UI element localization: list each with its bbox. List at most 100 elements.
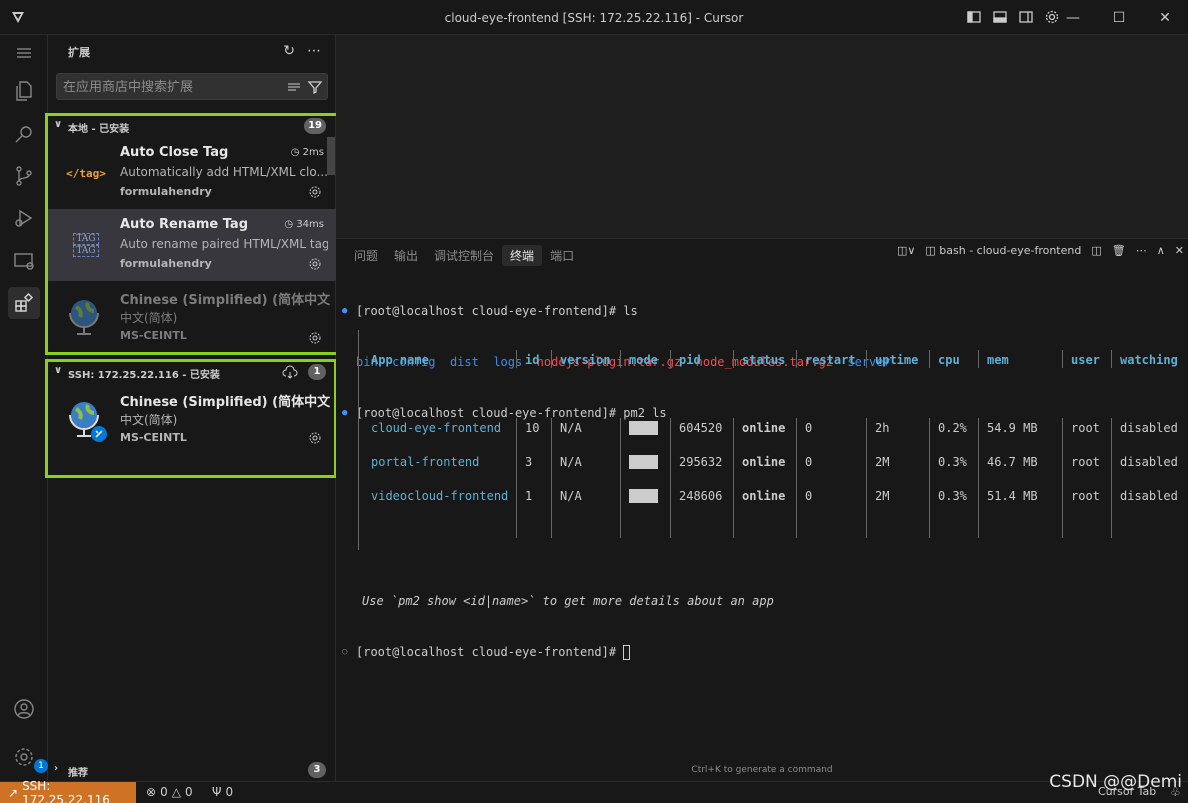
count-badge: 19 [304,118,326,134]
close-panel-icon[interactable]: ✕ [1175,244,1184,257]
remote-indicator[interactable]: ↗ SSH: 172.25.22.116 [0,779,136,803]
toggle-secondary-sidebar-icon[interactable] [1018,9,1034,25]
accounts-button[interactable] [8,693,40,725]
maximize-panel-icon[interactable]: ∧ [1157,244,1165,257]
table-cell: online [742,421,786,435]
table-cell: disabled [1120,421,1178,435]
table-header: App name [371,353,429,367]
table-cell: 2M [875,489,890,503]
extension-description: Automatically add HTML/XML clo... [120,165,328,179]
maximize-button[interactable]: ☐ [1096,0,1142,35]
more-actions-icon[interactable]: ⋯ [1136,244,1147,257]
terminal-instance[interactable]: ◫ bash - cloud-eye-frontend [925,244,1081,257]
globe-icon [69,402,107,442]
table-header: pid [679,353,701,367]
table-cell: online [742,455,786,469]
extension-search-box [56,73,328,100]
minimize-button[interactable]: — [1050,0,1096,35]
close-window-button[interactable]: ✕ [1142,0,1188,35]
watermark: CSDN @@Demi [1049,772,1182,792]
section-ssh-installed[interactable]: ∨ SSH: 172.25.22.116 - 已安装 1 [48,361,336,383]
table-header: restart [805,353,856,367]
ports-indicator[interactable]: Ψ0 [212,785,233,799]
clear-filter-icon[interactable] [287,80,301,94]
extensions-sidebar: 扩展 ↻ ⋯ ∨ 本地 - 已安装 19 </tag> Auto Close T… [48,35,336,781]
terminal-cursor [623,645,631,660]
extensions-button[interactable] [8,287,40,319]
extensions-icon [15,292,34,312]
table-cell: root [1071,489,1100,503]
extension-search-input[interactable] [63,78,273,96]
warning-icon: △ [171,785,181,799]
trash-icon[interactable]: 🗑 [1112,244,1126,257]
chevron-down-icon: ∨ [54,365,63,376]
table-cell: 0 [805,421,813,435]
extension-publisher: formulahendry [120,257,212,270]
command-decoration-icon: ● [342,408,348,418]
chevron-down-icon: ∨ [54,119,63,130]
table-header: user [1071,353,1100,367]
globe-icon [69,300,99,335]
panel-tabs: 问题 输出 调试控制台 终端 端口 [346,245,582,266]
section-local-installed[interactable]: ∨ 本地 - 已安装 19 [48,115,336,137]
table-cell: N/A [560,455,582,469]
more-actions-icon[interactable]: ⋯ [307,43,321,59]
extension-item-auto-rename-tag[interactable]: TAG TAG Auto Rename Tag Auto rename paire… [48,209,336,281]
menu-button[interactable] [8,37,40,69]
count-badge: 3 [308,762,326,778]
pm2-hint: Use `pm2 show <id|name>` to get more det… [362,594,774,608]
prompt-decoration-icon: ○ [342,647,348,657]
table-cell: disabled [1120,455,1178,469]
extension-item-chinese-local[interactable]: Chinese (Simplified) (简体中文) ... 中文(简体) M… [48,281,336,353]
table-cell: fork [629,421,658,435]
terminal-panel: 问题 输出 调试控制台 终端 端口 ◫∨ ◫ bash - cloud-eye-… [336,238,1188,781]
table-cell: root [1071,455,1100,469]
table-cell: 0.3% [938,489,967,503]
filter-icon[interactable] [307,79,323,95]
tab-output[interactable]: 输出 [386,245,426,266]
cloud-download-icon[interactable] [282,364,298,380]
sidebar-scrollbar[interactable] [327,137,335,175]
search-button[interactable] [8,118,40,150]
table-cell: 54.9 MB [987,421,1038,435]
toggle-primary-sidebar-icon[interactable] [966,9,982,25]
count-badge: 1 [308,364,326,380]
sidebar-title: 扩展 [68,46,90,59]
manage-extension-gear-icon[interactable] [308,257,322,271]
source-control-button[interactable] [8,160,40,192]
table-cell: 0 [805,489,813,503]
run-debug-icon [15,209,33,227]
history-icon: ◷ [290,147,303,158]
manage-extension-gear-icon[interactable] [308,185,322,199]
table-cell: fork [629,455,658,469]
terminal-output-tail[interactable]: Use `pm2 show <id|name>` to get more det… [342,559,774,695]
refresh-icon[interactable]: ↻ [283,43,295,59]
tab-debug-console[interactable]: 调试控制台 [426,245,502,266]
toggle-panel-icon[interactable] [992,9,1008,25]
explorer-button[interactable] [8,75,40,107]
section-recommended[interactable]: › 推荐 3 [48,759,336,781]
remote-explorer-button[interactable] [8,245,40,277]
extension-name: Chinese (Simplified) (简体中文) ... [120,395,330,410]
split-terminal-dropdown-icon[interactable]: ◫∨ [897,244,915,257]
extension-item-chinese-ssh[interactable]: Chinese (Simplified) (简体中文) ... 中文(简体) M… [48,383,336,455]
split-terminal-icon[interactable]: ◫ [1091,244,1101,257]
table-cell: 10 [525,421,540,435]
extension-item-auto-close-tag[interactable]: </tag> Auto Close Tag Automatically add … [48,137,336,209]
extension-description: Auto rename paired HTML/XML tag [120,237,328,251]
activity-bar: 1 [0,35,48,781]
manage-button[interactable]: 1 [8,741,48,773]
remote-icon: ↗ [8,786,19,800]
tab-terminal[interactable]: 终端 [502,245,543,266]
search-icon [15,126,32,143]
problems-indicator[interactable]: ⊗ 0 △ 0 [146,785,193,799]
manage-extension-gear-icon[interactable] [308,331,322,345]
section-label: 推荐 [68,768,88,779]
tab-ports[interactable]: 端口 [542,245,582,266]
auto-close-tag-icon: </tag> [66,166,106,180]
activation-time: ◷ 34ms [284,219,324,230]
tab-problems[interactable]: 问题 [346,245,386,266]
table-header: mem [987,353,1009,367]
run-debug-button[interactable] [8,202,40,234]
manage-extension-gear-icon[interactable] [308,431,322,445]
